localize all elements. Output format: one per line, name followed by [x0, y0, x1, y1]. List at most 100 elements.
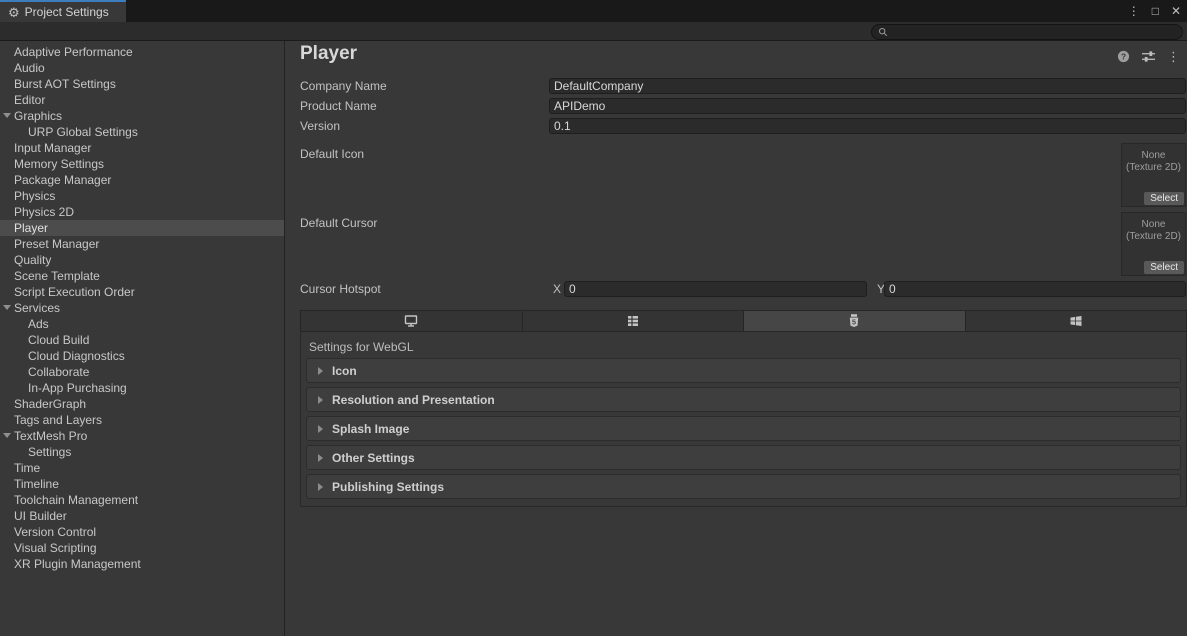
windows-store-icon: [1068, 313, 1084, 329]
window-menu-icon[interactable]: ⋮: [1128, 5, 1140, 17]
foldout-closed-icon[interactable]: [318, 454, 323, 462]
section-header-label: Icon: [332, 364, 357, 378]
close-icon[interactable]: ✕: [1171, 5, 1181, 17]
hotspot-x-input[interactable]: [564, 281, 867, 297]
sidebar-item-textmesh-pro[interactable]: TextMesh Pro: [0, 428, 284, 444]
version-label: Version: [300, 118, 340, 134]
version-input[interactable]: [549, 118, 1186, 134]
platform-tab-windows-store[interactable]: [966, 311, 1187, 331]
sidebar-item-memory-settings[interactable]: Memory Settings: [0, 156, 284, 172]
sidebar-item-graphics[interactable]: Graphics: [0, 108, 284, 124]
project-settings-window: ⚙ Project Settings ⋮ □ ✕ Adaptive Perfor…: [0, 0, 1187, 636]
sidebar-item-physics[interactable]: Physics: [0, 188, 284, 204]
sidebar-item-label: UI Builder: [0, 508, 67, 524]
sidebar-item-cloud-build[interactable]: Cloud Build: [0, 332, 284, 348]
sidebar-item-audio[interactable]: Audio: [0, 60, 284, 76]
section-header-resolution-and-presentation[interactable]: Resolution and Presentation: [306, 387, 1181, 412]
search-input[interactable]: [892, 26, 1176, 38]
sidebar-item-label: Quality: [0, 252, 51, 268]
sidebar-item-physics-2d[interactable]: Physics 2D: [0, 204, 284, 220]
sidebar-item-shadergraph[interactable]: ShaderGraph: [0, 396, 284, 412]
sidebar-item-package-manager[interactable]: Package Manager: [0, 172, 284, 188]
platform-tab-desktop[interactable]: [301, 311, 523, 331]
player-settings-panel: Player ? ⋮ Company NameProduct NameVersi…: [286, 41, 1187, 636]
settings-for-label: Settings for WebGL: [309, 340, 414, 354]
sidebar-item-urp-global-settings[interactable]: URP Global Settings: [0, 124, 284, 140]
default-icon-label: Default Icon: [300, 146, 364, 162]
sidebar-item-input-manager[interactable]: Input Manager: [0, 140, 284, 156]
default-cursor-none-value: None (Texture 2D): [1122, 219, 1185, 243]
sidebar-item-toolchain-management[interactable]: Toolchain Management: [0, 492, 284, 508]
section-header-publishing-settings[interactable]: Publishing Settings: [306, 474, 1181, 499]
search-box[interactable]: [871, 24, 1183, 40]
foldout-closed-icon[interactable]: [318, 396, 323, 404]
tab-project-settings[interactable]: ⚙ Project Settings: [0, 0, 126, 22]
section-header-other-settings[interactable]: Other Settings: [306, 445, 1181, 470]
settings-category-sidebar: Adaptive PerformanceAudioBurst AOT Setti…: [0, 41, 285, 636]
foldout-closed-icon[interactable]: [318, 483, 323, 491]
sidebar-item-label: Scene Template: [0, 268, 100, 284]
sidebar-item-ads[interactable]: Ads: [0, 316, 284, 332]
section-header-icon[interactable]: Icon: [306, 358, 1181, 383]
sidebar-item-player[interactable]: Player: [0, 220, 284, 236]
sidebar-item-label: Settings: [0, 444, 71, 460]
sidebar-item-label: URP Global Settings: [0, 124, 138, 140]
sidebar-item-quality[interactable]: Quality: [0, 252, 284, 268]
sidebar-item-services[interactable]: Services: [0, 300, 284, 316]
sidebar-item-timeline[interactable]: Timeline: [0, 476, 284, 492]
sidebar-item-adaptive-performance[interactable]: Adaptive Performance: [0, 44, 284, 60]
platform-tabbar: 5: [300, 310, 1187, 332]
toolbar: [0, 22, 1187, 41]
sidebar-item-version-control[interactable]: Version Control: [0, 524, 284, 540]
sidebar-item-label: Ads: [0, 316, 49, 332]
product-name-input[interactable]: [549, 98, 1186, 114]
sidebar-item-scene-template[interactable]: Scene Template: [0, 268, 284, 284]
section-header-label: Publishing Settings: [332, 480, 444, 494]
platform-tab-webgl[interactable]: 5: [744, 311, 966, 331]
sidebar-item-collaborate[interactable]: Collaborate: [0, 364, 284, 380]
default-icon-select-button[interactable]: Select: [1144, 192, 1184, 205]
sidebar-item-label: Timeline: [0, 476, 59, 492]
platform-tab-dedicated-server[interactable]: [523, 311, 745, 331]
sidebar-item-tags-and-layers[interactable]: Tags and Layers: [0, 412, 284, 428]
maximize-icon[interactable]: □: [1152, 5, 1159, 17]
sidebar-item-xr-plugin-management[interactable]: XR Plugin Management: [0, 556, 284, 572]
company-name-input[interactable]: [549, 78, 1186, 94]
sidebar-item-label: Preset Manager: [0, 236, 99, 252]
sidebar-item-label: Editor: [0, 92, 45, 108]
help-icon[interactable]: ?: [1117, 50, 1130, 63]
sidebar-item-preset-manager[interactable]: Preset Manager: [0, 236, 284, 252]
sidebar-item-label: Physics 2D: [0, 204, 74, 220]
default-cursor-select-button[interactable]: Select: [1144, 261, 1184, 274]
page-title: Player: [300, 43, 357, 65]
sidebar-item-script-execution-order[interactable]: Script Execution Order: [0, 284, 284, 300]
sidebar-item-time[interactable]: Time: [0, 460, 284, 476]
sidebar-item-label: Cloud Build: [0, 332, 89, 348]
sidebar-item-cloud-diagnostics[interactable]: Cloud Diagnostics: [0, 348, 284, 364]
sidebar-item-label: Cloud Diagnostics: [0, 348, 125, 364]
more-options-icon[interactable]: ⋮: [1167, 50, 1180, 63]
foldout-open-icon[interactable]: [3, 113, 11, 118]
hotspot-y-input[interactable]: [884, 281, 1186, 297]
default-cursor-label: Default Cursor: [300, 215, 377, 231]
foldout-open-icon[interactable]: [3, 305, 11, 310]
foldout-open-icon[interactable]: [3, 433, 11, 438]
sidebar-item-label: Player: [0, 220, 48, 236]
section-header-label: Other Settings: [332, 451, 415, 465]
sidebar-item-visual-scripting[interactable]: Visual Scripting: [0, 540, 284, 556]
section-header-splash-image[interactable]: Splash Image: [306, 416, 1181, 441]
foldout-closed-icon[interactable]: [318, 425, 323, 433]
sidebar-item-in-app-purchasing[interactable]: In-App Purchasing: [0, 380, 284, 396]
sidebar-item-settings[interactable]: Settings: [0, 444, 284, 460]
default-icon-texture-field[interactable]: None (Texture 2D) Select: [1121, 143, 1186, 207]
panel-actions: ? ⋮: [1117, 50, 1180, 63]
sidebar-item-editor[interactable]: Editor: [0, 92, 284, 108]
presets-icon[interactable]: [1141, 50, 1156, 63]
sidebar-item-burst-aot-settings[interactable]: Burst AOT Settings: [0, 76, 284, 92]
sidebar-item-label: Time: [0, 460, 40, 476]
desktop-icon: [403, 313, 419, 329]
default-cursor-texture-field[interactable]: None (Texture 2D) Select: [1121, 212, 1186, 276]
sidebar-item-ui-builder[interactable]: UI Builder: [0, 508, 284, 524]
sidebar-item-label: XR Plugin Management: [0, 556, 141, 572]
foldout-closed-icon[interactable]: [318, 367, 323, 375]
